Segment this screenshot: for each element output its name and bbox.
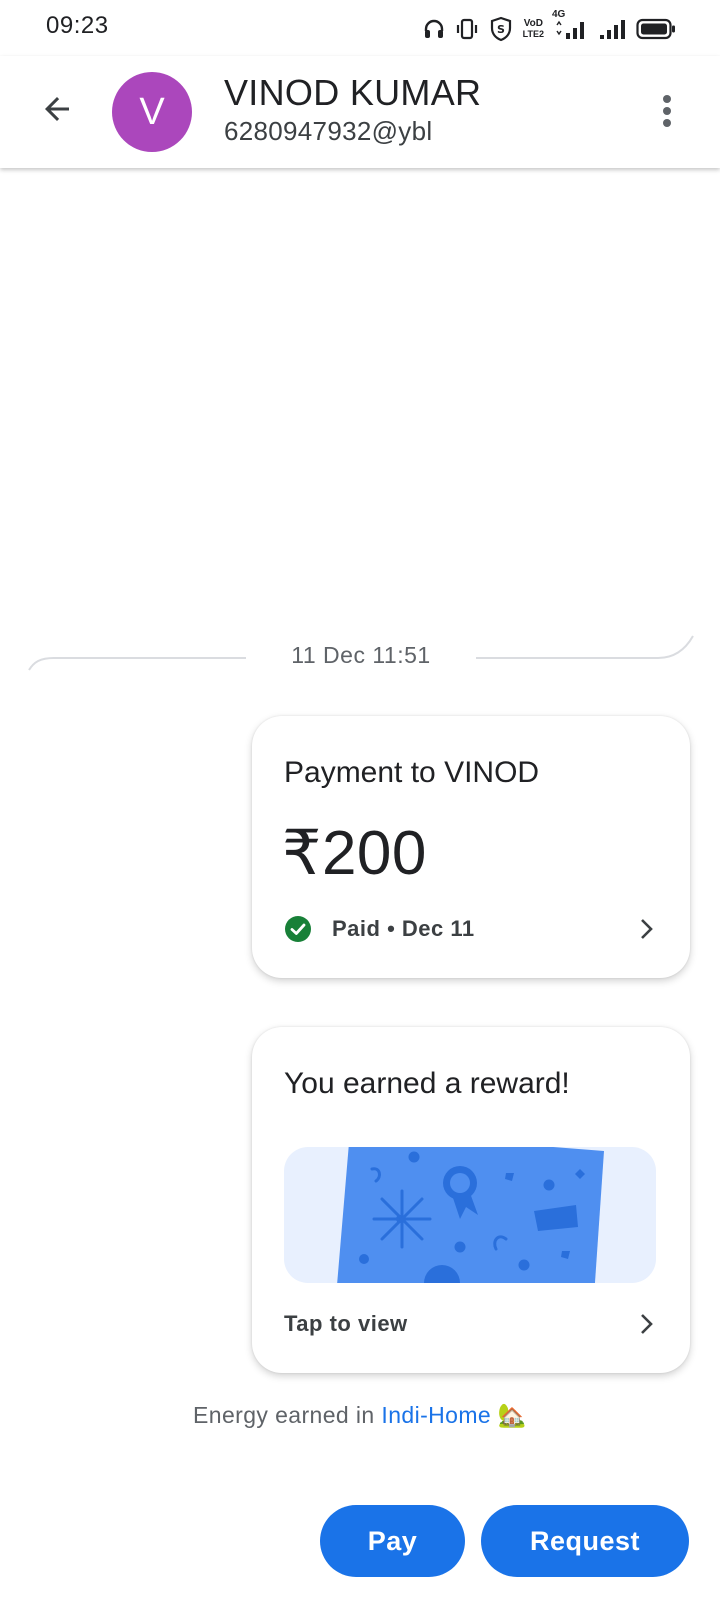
- contact-name[interactable]: VINOD KUMAR: [224, 72, 481, 114]
- energy-prefix: Energy earned in: [193, 1402, 375, 1428]
- more-vert-icon: [663, 95, 671, 127]
- indi-home-link[interactable]: Indi-Home: [381, 1402, 491, 1428]
- reward-card[interactable]: You earned a reward! Tap to view: [252, 1027, 690, 1373]
- payment-amount: ₹200: [282, 819, 427, 888]
- house-emoji-icon: 🏡: [497, 1402, 527, 1428]
- status-bar: 09:23 S VoD LTE2 4G: [0, 0, 720, 56]
- contact-upi-id: 6280947932@ybl: [224, 116, 433, 146]
- payment-title: Payment to VINOD: [284, 756, 540, 789]
- energy-earned-text: Energy earned in Indi-Home 🏡: [0, 1402, 720, 1429]
- arrow-back-icon: [45, 97, 69, 121]
- avatar[interactable]: V: [112, 72, 192, 152]
- payment-card[interactable]: Payment to VINOD ₹200 Paid • Dec 11: [252, 716, 690, 978]
- svg-text:S: S: [497, 23, 505, 36]
- pay-button[interactable]: Pay: [320, 1505, 465, 1577]
- shield-s-icon: S: [489, 16, 513, 42]
- date-divider-text: 11 Dec 11:51: [291, 642, 431, 668]
- vibrate-icon: [455, 17, 479, 41]
- battery-icon: [636, 18, 676, 40]
- reward-action-text: Tap to view: [284, 1311, 408, 1336]
- chevron-right-icon: [634, 1312, 658, 1336]
- headset-icon: [423, 18, 445, 40]
- volte-icon: VoD LTE2: [522, 18, 544, 40]
- status-icons: S VoD LTE2 4G: [423, 9, 676, 44]
- payment-status: Paid • Dec 11: [284, 914, 475, 944]
- date-divider: 11 Dec 11:51: [28, 628, 694, 678]
- signal-icon: [598, 17, 626, 41]
- chat-header: V VINOD KUMAR 6280947932@ybl: [0, 56, 720, 168]
- back-button[interactable]: [30, 82, 84, 136]
- reward-title: You earned a reward!: [284, 1067, 570, 1100]
- 4g-signal-icon: 4G: [552, 9, 588, 41]
- avatar-letter: V: [139, 90, 165, 133]
- reward-scratch-card-image[interactable]: [284, 1147, 656, 1283]
- chevron-right-icon: [634, 917, 658, 941]
- check-circle-icon: [284, 915, 312, 943]
- more-options-button[interactable]: [642, 84, 692, 138]
- request-button[interactable]: Request: [481, 1505, 689, 1577]
- payment-status-text: Paid • Dec 11: [332, 916, 475, 941]
- status-time: 09:23: [46, 12, 109, 39]
